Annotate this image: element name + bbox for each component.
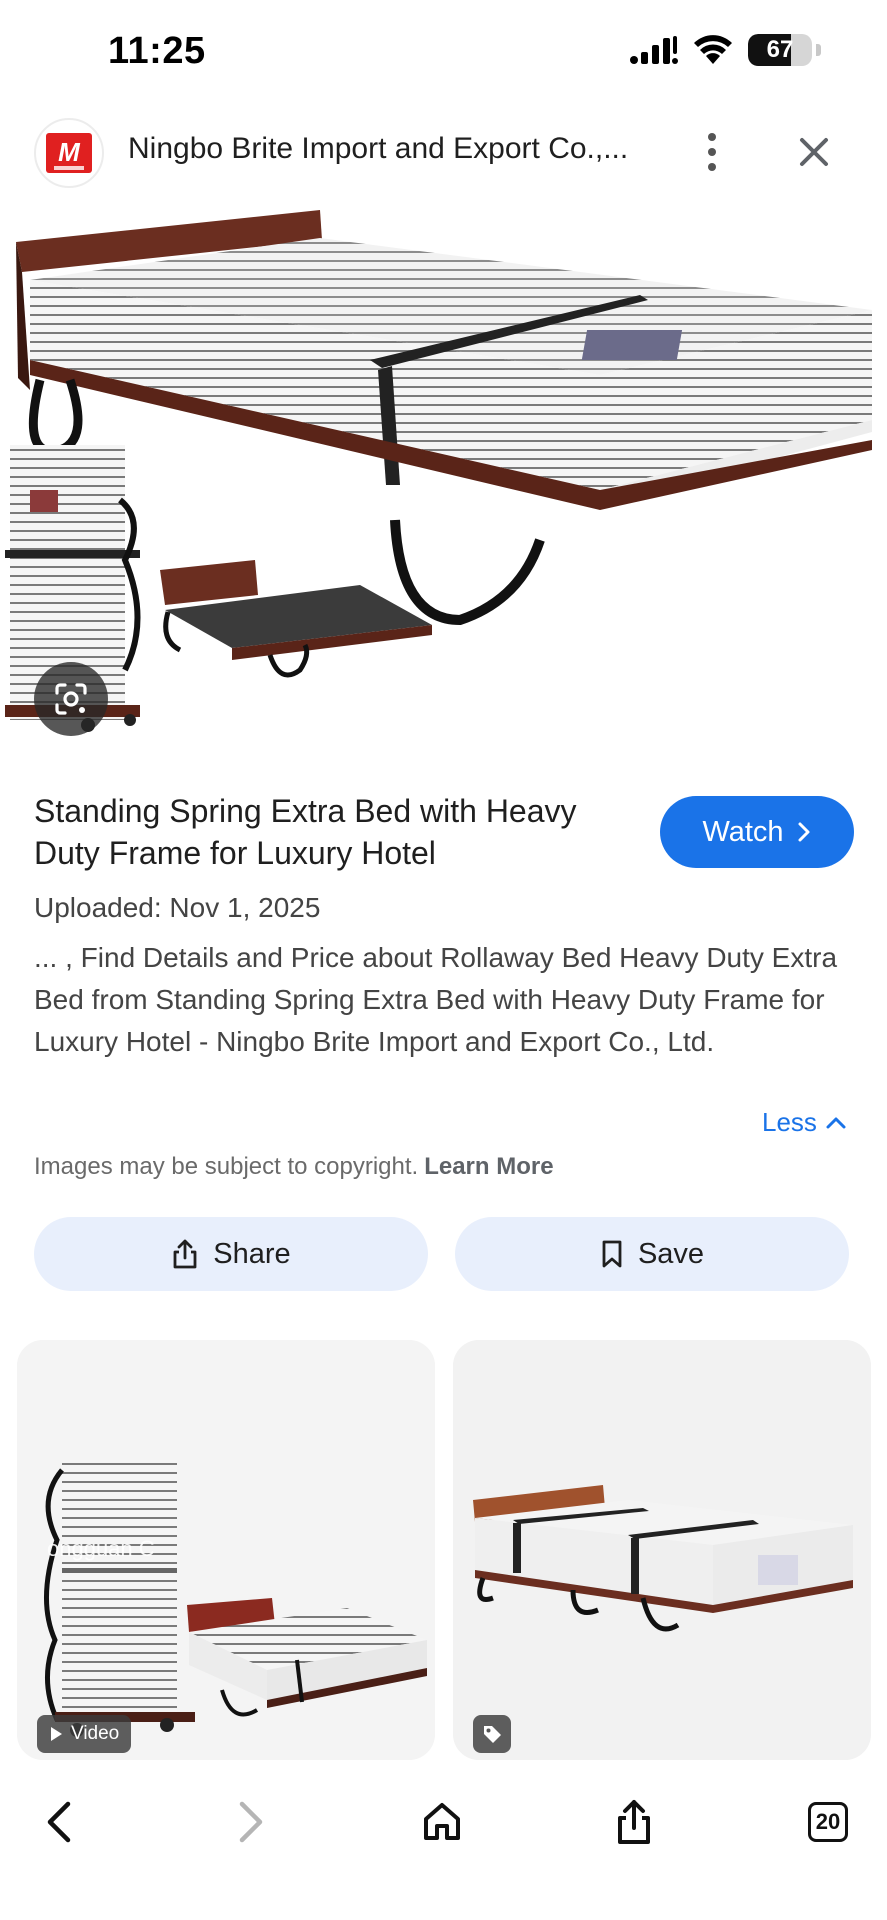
home-icon: [424, 1803, 460, 1840]
back-button[interactable]: [28, 1790, 92, 1854]
result-description: ... , Find Details and Price about Rolla…: [34, 942, 838, 1057]
made-in-china-logo-icon: M: [46, 133, 92, 173]
site-logo[interactable]: M: [34, 118, 104, 188]
chevron-right-icon: [239, 1801, 263, 1843]
learn-more-link[interactable]: Learn More: [424, 1153, 553, 1180]
price-tag-badge: [473, 1715, 511, 1753]
video-badge: Video: [37, 1715, 132, 1753]
tabs-button[interactable]: 20: [796, 1790, 860, 1854]
related-image: ongguan C: [17, 1340, 435, 1760]
lens-icon: [55, 683, 87, 715]
share-button[interactable]: Share: [34, 1217, 428, 1291]
status-icons: 67: [630, 34, 821, 66]
wifi-icon: [694, 35, 732, 64]
share-page-button[interactable]: [602, 1790, 666, 1854]
bookmark-icon: [602, 1240, 622, 1268]
result-header: M Ningbo Brite Import and Export Co.,...: [0, 112, 887, 192]
copyright-text: Images may be subject to copyright.: [34, 1153, 419, 1180]
related-result-card[interactable]: [453, 1340, 871, 1760]
close-icon[interactable]: [790, 128, 838, 176]
share-icon: [173, 1239, 197, 1269]
result-title: Standing Spring Extra Bed with Heavy Dut…: [34, 793, 577, 871]
site-name[interactable]: Ningbo Brite Import and Export Co.,...: [128, 132, 648, 166]
more-options-button[interactable]: [692, 124, 732, 180]
watch-button[interactable]: Watch: [660, 796, 854, 868]
tabs-count: 20: [808, 1802, 848, 1842]
more-dot-icon: [708, 148, 716, 156]
video-label: Video: [71, 1723, 120, 1744]
main-product-image[interactable]: [0, 200, 887, 760]
battery-level: 67: [766, 36, 794, 63]
more-dot-icon: [708, 163, 716, 171]
share-label: Share: [213, 1237, 291, 1270]
watch-label: Watch: [702, 815, 784, 848]
upload-date: Uploaded: Nov 1, 2025: [34, 892, 321, 923]
forward-button[interactable]: [218, 1790, 282, 1854]
tag-icon: [484, 1726, 501, 1743]
cellular-signal-icon: [630, 36, 678, 64]
status-time: 11:25: [108, 30, 206, 72]
battery-icon: 67: [748, 34, 812, 66]
home-button[interactable]: [410, 1790, 474, 1854]
svg-text:M: M: [58, 137, 81, 167]
browser-toolbar: 20: [0, 1760, 887, 1920]
share-icon: [618, 1800, 650, 1844]
chevron-right-icon: [798, 822, 810, 842]
less-label: Less: [762, 1107, 817, 1137]
bed-illustration: [5, 210, 872, 732]
more-dot-icon: [708, 133, 716, 141]
related-result-card[interactable]: ongguan C Video: [17, 1340, 435, 1760]
related-image: [453, 1340, 871, 1760]
battery-cap: [816, 44, 821, 56]
save-label: Save: [637, 1237, 705, 1270]
save-button[interactable]: Save: [455, 1217, 849, 1291]
google-lens-button[interactable]: [34, 662, 108, 736]
chevron-left-icon: [47, 1801, 71, 1843]
play-icon: [51, 1727, 62, 1741]
status-bar: 11:25 67: [0, 0, 887, 105]
chevron-up-icon: [826, 1117, 846, 1128]
svg-text:ongguan C: ongguan C: [47, 1536, 155, 1561]
copyright-notice: Images may be subject to copyright. Learn…: [34, 1153, 554, 1181]
less-toggle[interactable]: Less: [762, 1107, 847, 1138]
